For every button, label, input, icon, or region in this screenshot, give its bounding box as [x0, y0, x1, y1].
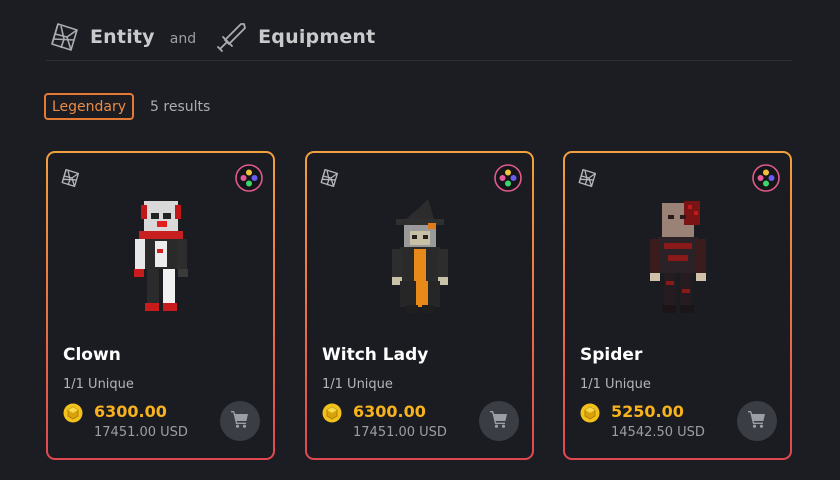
- category-header: Entity and Equipment: [46, 14, 792, 61]
- rarity-dots-icon: [235, 164, 263, 192]
- item-price: 5250.00: [611, 402, 684, 421]
- cart-icon: [747, 409, 767, 433]
- entity-tab[interactable]: Entity: [90, 26, 155, 48]
- cube-icon: [318, 167, 340, 189]
- results-count: 5 results: [150, 98, 211, 115]
- item-price: 6300.00: [94, 402, 167, 421]
- item-edition: 1/1 Unique: [63, 377, 134, 392]
- rarity-dots-icon: [752, 164, 780, 192]
- item-name: Witch Lady: [322, 345, 429, 365]
- item-edition: 1/1 Unique: [580, 377, 651, 392]
- item-price: 6300.00: [353, 402, 426, 421]
- cart-icon: [230, 409, 250, 433]
- cart-icon: [489, 409, 509, 433]
- item-usd-price: 17451.00 USD: [353, 425, 447, 440]
- cube-icon: [576, 167, 598, 189]
- item-card[interactable]: Clown 1/1 Unique 6300.00 17451.00 USD: [46, 151, 275, 460]
- sword-icon: [214, 19, 250, 55]
- item-usd-price: 17451.00 USD: [94, 425, 188, 440]
- legendary-filter-badge[interactable]: Legendary: [44, 93, 135, 120]
- item-usd-price: 14542.50 USD: [611, 425, 705, 440]
- coin-icon: [580, 403, 600, 423]
- item-name: Clown: [63, 345, 121, 365]
- item-card[interactable]: Spider 1/1 Unique 5250.00 14542.50 USD: [563, 151, 792, 460]
- add-to-cart-button[interactable]: [220, 401, 260, 441]
- filter-row: Legendary 5 results: [44, 93, 210, 120]
- item-card[interactable]: Witch Lady 1/1 Unique 6300.00 17451.00 U…: [305, 151, 534, 460]
- item-edition: 1/1 Unique: [322, 377, 393, 392]
- rarity-dots-icon: [494, 164, 522, 192]
- add-to-cart-button[interactable]: [737, 401, 777, 441]
- and-text: and: [169, 31, 197, 47]
- cube-icon: [59, 167, 81, 189]
- equipment-tab[interactable]: Equipment: [258, 26, 375, 48]
- spider-figure-image: [628, 199, 728, 319]
- item-name: Spider: [580, 345, 643, 365]
- cube-icon: [46, 19, 82, 55]
- coin-icon: [322, 403, 342, 423]
- witch-figure-image: [370, 199, 470, 319]
- coin-icon: [63, 403, 83, 423]
- add-to-cart-button[interactable]: [479, 401, 519, 441]
- clown-figure-image: [111, 199, 211, 319]
